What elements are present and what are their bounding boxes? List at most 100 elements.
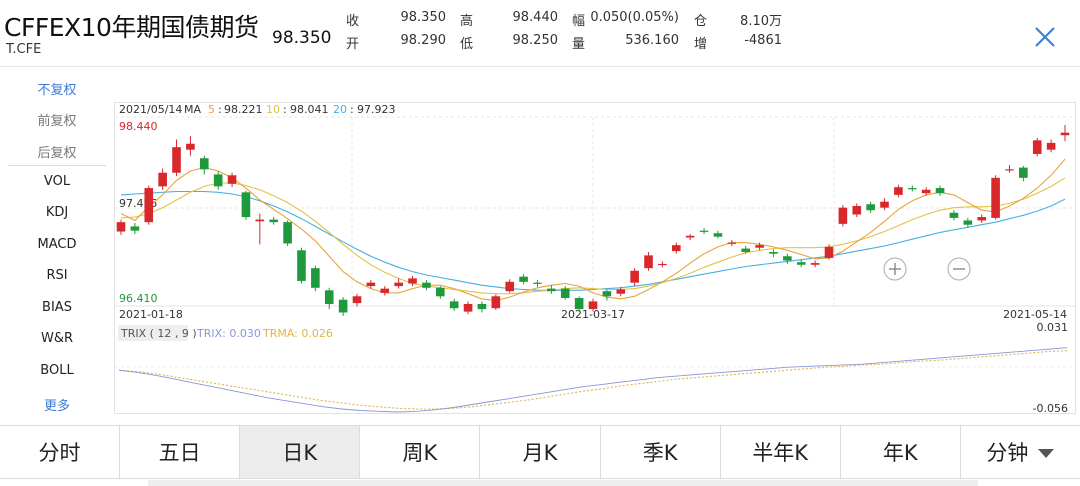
- tab-daily-k[interactable]: 日K: [240, 426, 361, 478]
- candle-body: [338, 299, 348, 313]
- tab-quarterly-k-label: 季K: [642, 441, 678, 465]
- candle-body: [283, 222, 292, 244]
- candle-body: [422, 282, 431, 288]
- candle-body: [269, 219, 279, 223]
- trma-value-label: TRMA: 0.026: [262, 327, 333, 340]
- candle-body: [963, 220, 973, 225]
- candle-body: [810, 263, 820, 265]
- candle-body: [574, 298, 584, 310]
- candle-body: [616, 289, 626, 294]
- zoom-out-button[interactable]: [947, 257, 971, 281]
- trix-y-min: -0.056: [1033, 402, 1068, 415]
- tab-intraday[interactable]: 分时: [0, 426, 121, 478]
- candle-body: [1019, 167, 1028, 178]
- candle-body: [366, 282, 376, 287]
- candle-body: [838, 207, 848, 224]
- candle-body: [602, 291, 612, 297]
- candle-body: [935, 188, 945, 194]
- candle-body: [907, 188, 917, 190]
- tab-half-year-k[interactable]: 半年K: [721, 426, 841, 478]
- candle-body: [491, 296, 501, 309]
- date-label-end: 2021-05-14: [1003, 308, 1067, 321]
- candle-body: [297, 250, 306, 281]
- candle-body: [380, 288, 390, 293]
- tab-monthly-k[interactable]: 月K: [480, 426, 601, 478]
- tab-weekly-k[interactable]: 周K: [360, 426, 481, 478]
- candle-body: [685, 235, 695, 238]
- tab-five-day-label: 五日: [158, 441, 201, 465]
- candle-body: [824, 246, 834, 258]
- candle-body: [894, 187, 903, 195]
- candle-body: [463, 303, 473, 312]
- candle-body: [658, 263, 667, 266]
- tab-yearly-k-label: 年K: [882, 441, 918, 465]
- candle-body: [477, 303, 487, 310]
- candle-body: [199, 158, 209, 170]
- tab-minute-dropdown[interactable]: 分钟: [961, 426, 1080, 478]
- candle-body: [991, 177, 1000, 218]
- ma-legend-label: MA: [184, 103, 201, 116]
- chevron-down-icon: [1038, 449, 1055, 458]
- candle-body: [796, 262, 806, 265]
- candle-body: [394, 282, 403, 287]
- candle-body: [1005, 169, 1014, 171]
- candle-body: [449, 301, 459, 309]
- candle-body: [116, 222, 126, 232]
- candle-body: [324, 290, 334, 304]
- tab-monthly-k-label: 月K: [522, 441, 558, 465]
- candle-body: [699, 230, 709, 232]
- zoom-in-button[interactable]: [883, 257, 907, 281]
- tab-yearly-k[interactable]: 年K: [841, 426, 961, 478]
- y-axis-min: 96.410: [119, 292, 158, 305]
- tab-intraday-label: 分时: [38, 441, 81, 465]
- ma-legend-date: 2021/05/14: [119, 103, 182, 116]
- candle-body: [227, 175, 237, 184]
- candle-body: [921, 189, 931, 194]
- ma5-legend-value: 98.221: [224, 103, 263, 116]
- kline-chart: 2021/05/14 MA 5 : 98.221 10 : 98.041 20 …: [115, 103, 1075, 415]
- ma20-legend-sep: :: [350, 103, 354, 116]
- trix-value-label: TRIX: 0.030: [196, 327, 261, 340]
- candle-body: [311, 268, 320, 288]
- candle-body: [783, 256, 792, 261]
- scroll-indicator: [148, 480, 978, 486]
- ma10-legend-value: 98.041: [290, 103, 329, 116]
- candle-body: [713, 233, 723, 237]
- candle-body: [852, 205, 862, 215]
- candle-body: [880, 201, 889, 208]
- candle-body: [213, 174, 223, 187]
- candle-body: [671, 245, 681, 252]
- candle-body: [408, 278, 417, 284]
- candle-body: [172, 147, 181, 173]
- trix-y-max: 0.031: [1037, 321, 1069, 334]
- candle-body: [588, 301, 598, 310]
- ma20-legend-value: 97.923: [357, 103, 396, 116]
- ma5-legend-sep: :: [218, 103, 222, 116]
- candle-body: [352, 296, 362, 304]
- candle-body: [769, 251, 778, 254]
- candle-body: [630, 270, 639, 283]
- candle-body: [435, 287, 445, 297]
- candle-body: [560, 288, 570, 298]
- trix-line: [118, 347, 1068, 413]
- y-axis-max: 98.440: [119, 120, 158, 133]
- tab-weekly-k-label: 周K: [402, 441, 438, 465]
- candle-body: [533, 282, 542, 284]
- period-tabs: 分时 五日 日K 周K 月K 季K 半年K 年K 分钟: [0, 425, 1080, 479]
- candle-body: [547, 288, 556, 292]
- ma20-legend-period: 20: [333, 103, 347, 116]
- candle-body: [741, 248, 751, 252]
- tab-daily-k-label: 日K: [282, 441, 318, 465]
- candle-body: [727, 242, 737, 244]
- candle-body: [241, 192, 251, 218]
- candle-body: [505, 281, 515, 292]
- date-label-start: 2021-01-18: [119, 308, 183, 321]
- tab-quarterly-k[interactable]: 季K: [601, 426, 721, 478]
- candle-body: [1060, 132, 1070, 136]
- trix-lines: [118, 347, 1068, 413]
- candle-body: [519, 276, 528, 282]
- tab-five-day[interactable]: 五日: [120, 426, 241, 478]
- candle-body: [158, 172, 167, 187]
- candle-body: [977, 217, 987, 221]
- candle-body: [144, 188, 154, 223]
